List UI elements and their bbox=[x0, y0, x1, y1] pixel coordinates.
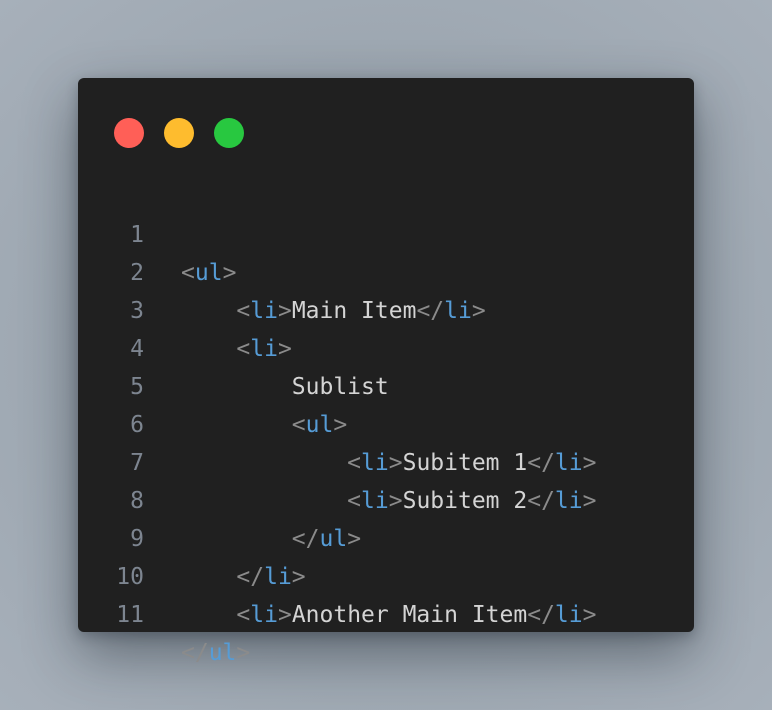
line-number: 11 bbox=[116, 602, 144, 628]
code-line: 2 <li>Main Item</li> bbox=[78, 216, 694, 324]
code-line: 5 <ul> bbox=[78, 330, 694, 438]
code-line: 4 Sublist bbox=[78, 292, 694, 400]
code-line: 8 </ul> bbox=[78, 444, 694, 552]
line-source: </ul> bbox=[181, 640, 251, 666]
code-line: 3 <li> bbox=[78, 254, 694, 362]
minimize-button[interactable] bbox=[164, 118, 194, 148]
code-line: 7 <li>Subitem 2</li> bbox=[78, 406, 694, 514]
code-line: 10 <li>Another Main Item</li> bbox=[78, 520, 694, 628]
maximize-button[interactable] bbox=[214, 118, 244, 148]
code-window: 1 <ul> 2 <li>Main Item</li> 3 <li> 4 Sub… bbox=[78, 78, 694, 666]
code-block: 1 <ul> 2 <li>Main Item</li> 3 <li> 4 Sub… bbox=[78, 178, 694, 666]
code-line: 6 <li>Subitem 1</li> bbox=[78, 368, 694, 476]
line-source: <li>Another Main Item</li> bbox=[236, 602, 597, 628]
code-line: 11 </ul> bbox=[78, 558, 694, 666]
code-line: 9 </li> bbox=[78, 482, 694, 590]
code-line: 1 <ul> bbox=[78, 178, 694, 286]
close-button[interactable] bbox=[114, 118, 144, 148]
